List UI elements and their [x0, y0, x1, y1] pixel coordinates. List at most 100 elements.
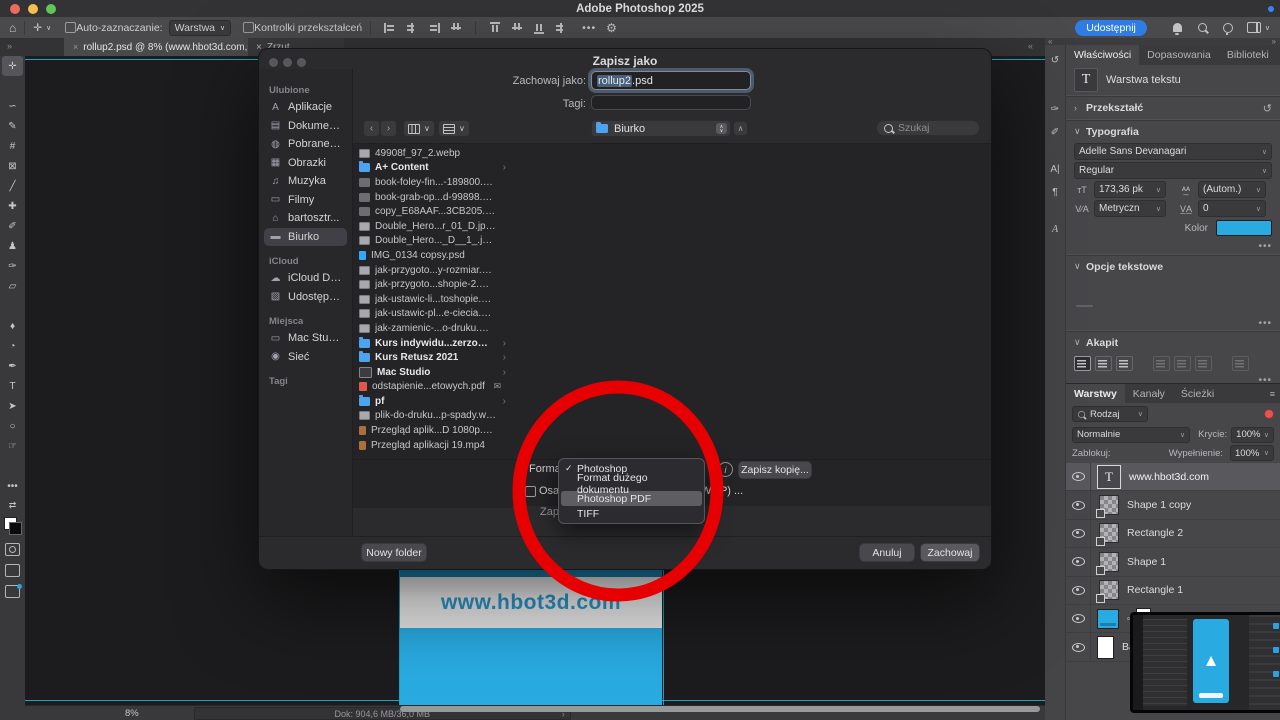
file-row[interactable]: 49908f_97_2.webp — [353, 146, 510, 161]
sidebar-item-home[interactable]: ⌂ bartosztr... — [264, 209, 347, 228]
collapse-panels-icon[interactable]: « — [1028, 41, 1033, 51]
healing-brush-tool[interactable]: ✚ — [2, 196, 23, 216]
save-copy-button[interactable]: Zapisz kopię... — [738, 461, 812, 479]
file-row[interactable]: jak-przygoto...y-rozmiar.webp — [353, 263, 510, 278]
layer-thumbnail[interactable] — [1099, 580, 1119, 600]
text-color-swatch[interactable] — [1216, 220, 1272, 236]
expand-strip-icon[interactable]: « — [1048, 37, 1052, 46]
zoom-tool[interactable] — [1, 455, 24, 477]
group-dropdown[interactable]: ∨ — [438, 120, 470, 137]
notifications-bell-icon[interactable] — [1173, 23, 1182, 32]
sidebar-item-filmy[interactable]: ▭ Filmy — [264, 191, 347, 210]
layers-menu-icon[interactable]: ≡ — [1265, 384, 1280, 403]
align-center-icon[interactable] — [406, 23, 418, 33]
tab-biblioteki[interactable]: Biblioteki — [1219, 45, 1277, 65]
sidebar-item[interactable]: Ulubione — [264, 83, 347, 98]
file-row[interactable]: Kurs indywidu...zerzony 2024 › — [353, 336, 510, 351]
clone-stamp-tool[interactable]: ♟ — [2, 236, 23, 256]
file-row[interactable]: Kurs Retusz 2021 › — [353, 350, 510, 365]
path-select-tool[interactable]: ➤ — [2, 396, 23, 416]
sidebar-item[interactable]: Tagi — [264, 374, 347, 389]
tracking-field[interactable]: 0∨ — [1198, 200, 1266, 217]
transform-section-header[interactable]: › Przekształć ↺ — [1066, 97, 1280, 119]
layer-visibility-toggle[interactable] — [1066, 633, 1091, 660]
sidebar-item-dokumenty[interactable]: ▤ Dokumenty — [264, 117, 347, 136]
paragraph-more-icon[interactable]: ••• — [1258, 375, 1272, 384]
layer-visibility-toggle[interactable] — [1066, 463, 1091, 490]
forward-icon[interactable]: › — [380, 120, 397, 137]
filter-toggle-icon[interactable] — [1264, 409, 1274, 419]
view-columns-dropdown[interactable]: ∨ — [403, 120, 435, 137]
layer-row[interactable]: ∞ Rectangle 2 — [1066, 520, 1280, 548]
brush-tool[interactable]: ✐ — [2, 216, 23, 236]
sidebar-item-siec[interactable]: ◉ Sieć — [264, 348, 347, 367]
sidebar-item-pobrane[interactable]: ◍ Pobrane r... — [264, 135, 347, 154]
align-left-icon[interactable] — [384, 23, 396, 33]
move-tool[interactable]: ✛ — [2, 56, 23, 76]
paragraph-section-header[interactable]: ∨ Akapit — [1066, 332, 1280, 353]
file-row[interactable]: Double_Hero..._D__1_.jpg.avif — [353, 234, 510, 249]
object-selection-tool[interactable]: ✎ — [2, 116, 23, 136]
artboard[interactable]: www.hbot3d.com — [400, 570, 662, 705]
file-row[interactable]: Mac Studio › — [353, 365, 510, 380]
file-row[interactable]: Double_Hero...r_01_D.jpg.avif — [353, 219, 510, 234]
sidebar-item[interactable]: Miejsca — [264, 314, 347, 329]
file-row[interactable]: pf › — [353, 394, 510, 409]
embed-profile-checkbox[interactable] — [525, 486, 536, 497]
eraser-tool[interactable]: ▱ — [2, 276, 23, 296]
layer-row[interactable]: ∞ Shape 1 — [1066, 548, 1280, 576]
file-row[interactable]: book-grab-op...d-99898.mp3 — [353, 190, 510, 205]
auto-select-checkbox[interactable] — [65, 22, 76, 33]
share-button[interactable]: Udostępnij — [1075, 20, 1147, 36]
file-row[interactable]: jak-ustawic-li...toshopie.webp — [353, 292, 510, 307]
workspace-switcher-icon[interactable]: ∨ — [1247, 22, 1270, 33]
reset-transform-icon[interactable]: ↺ — [1263, 102, 1272, 115]
align-right-paragraph-icon[interactable] — [1116, 356, 1133, 371]
file-row[interactable]: Przegląd aplik...D 1080p.mov — [353, 423, 510, 438]
layer-row[interactable]: ∞ Shape 1 copy — [1066, 491, 1280, 519]
file-row[interactable]: IMG_0134 copsy.psd — [353, 248, 510, 263]
file-row[interactable]: Przegląd aplikacji 19.mp4 — [353, 438, 510, 453]
file-row[interactable]: copy_E68AAF...3CB205.MOV — [353, 204, 510, 219]
distribute-icon[interactable] — [451, 22, 461, 34]
align-center-paragraph-icon[interactable] — [1095, 356, 1112, 371]
distribute-vertical-icon[interactable] — [555, 23, 567, 33]
typography-more-icon[interactable]: ••• — [1258, 241, 1272, 252]
type-tool[interactable]: T — [2, 376, 23, 396]
justify-all-icon[interactable] — [1232, 356, 1249, 371]
more-options-icon[interactable]: ••• — [582, 22, 596, 34]
text-option-toggle[interactable] — [1076, 305, 1093, 307]
hand-tool[interactable]: ☞ — [2, 436, 23, 456]
close-tab-icon[interactable]: × — [73, 42, 78, 52]
layer-thumbnail[interactable] — [1097, 609, 1119, 629]
font-style-select[interactable]: Regular∨ — [1074, 162, 1272, 179]
gradient-tool[interactable] — [2, 296, 23, 316]
sidebar-item-obrazki[interactable]: ▦ Obrazki — [264, 154, 347, 173]
tab-wlasciwosci[interactable]: Właściwości — [1066, 45, 1139, 65]
layer-thumbnail[interactable] — [1097, 636, 1114, 659]
tab-overflow-icon[interactable]: » — [7, 41, 12, 51]
back-icon[interactable]: ‹ — [363, 120, 380, 137]
layer-visibility-toggle[interactable] — [1066, 491, 1091, 518]
filename-input[interactable]: rollup2.psd — [591, 71, 751, 90]
tab-kanaly[interactable]: Kanały — [1125, 384, 1173, 403]
layer-visibility-toggle[interactable] — [1066, 548, 1091, 575]
share-tool-icon[interactable] — [5, 585, 20, 598]
typography-section-header[interactable]: ∨ Typografia — [1066, 121, 1280, 142]
sidebar-item[interactable]: iCloud — [264, 254, 347, 269]
collapse-dock-icon[interactable]: » — [1272, 37, 1276, 46]
blur-tool[interactable]: ♦ — [2, 316, 23, 336]
sidebar-item-aplikacje[interactable]: A Aplikacje — [264, 98, 347, 117]
brushes-panel-icon[interactable]: ✐ — [1051, 127, 1059, 138]
move-tool-preset[interactable]: ✛∨ — [33, 22, 51, 34]
search-icon[interactable] — [1198, 23, 1207, 32]
zoom-level[interactable]: 8% — [125, 708, 139, 719]
tags-input[interactable] — [591, 95, 751, 110]
pen-tool[interactable]: ✒ — [2, 356, 23, 376]
justify-center-icon[interactable] — [1174, 356, 1191, 371]
tools-more[interactable]: ••• — [2, 476, 23, 496]
align-right-icon[interactable] — [428, 23, 440, 33]
transform-controls-checkbox[interactable] — [243, 22, 254, 33]
tab-dopasowania[interactable]: Dopasowania — [1139, 45, 1219, 65]
layer-row[interactable]: T ∞ www.hbot3d.com — [1066, 463, 1280, 491]
